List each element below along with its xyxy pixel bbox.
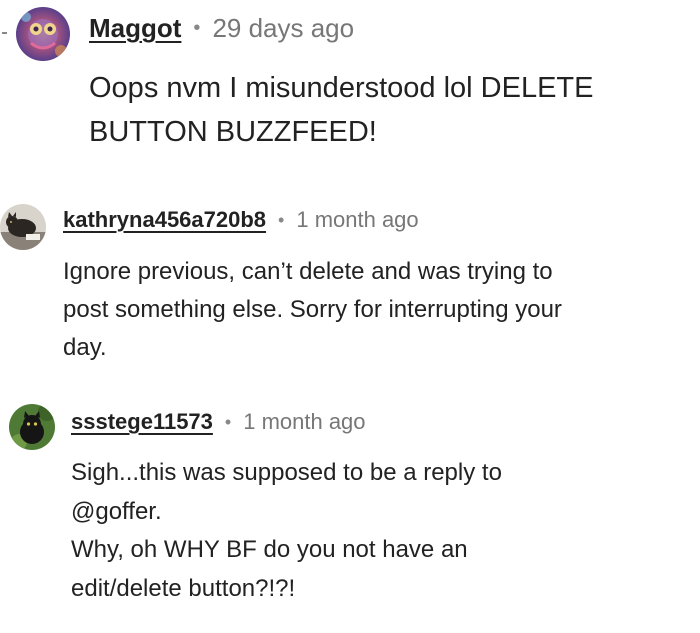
cat-photo-avatar-icon bbox=[0, 204, 46, 250]
comment-line: edit/delete button?!?! bbox=[71, 574, 296, 602]
black-cat-avatar-icon bbox=[9, 404, 55, 450]
comment-item: ssstege11573 • 1 month ago Sigh...this w… bbox=[0, 392, 700, 633]
user-avatar[interactable] bbox=[16, 7, 70, 61]
separator-dot: • bbox=[224, 411, 232, 432]
comment-meta: kathryna456a720b8 • 1 month ago bbox=[63, 205, 419, 235]
timestamp: 1 month ago bbox=[296, 207, 419, 232]
comment-line: Ignore previous, can’t delete and was tr… bbox=[63, 258, 553, 285]
comment-item: Maggot • 29 days ago Oops nvm I misunder… bbox=[0, 0, 700, 175]
user-avatar[interactable] bbox=[0, 204, 46, 250]
username-link[interactable]: Maggot bbox=[89, 13, 181, 44]
comment-body: Ignore previous, can’t delete and was tr… bbox=[63, 253, 562, 367]
comment-line: Oops nvm I misunderstood lol DELETE bbox=[89, 72, 594, 104]
comment-line: Why, oh WHY BF do you not have an bbox=[71, 536, 468, 563]
comment-meta: Maggot • 29 days ago bbox=[89, 11, 354, 45]
thread-line bbox=[2, 32, 7, 34]
username-link[interactable]: kathryna456a720b8 bbox=[63, 207, 266, 233]
comment-meta: ssstege11573 • 1 month ago bbox=[71, 407, 366, 437]
timestamp: 1 month ago bbox=[243, 409, 366, 434]
comment-body: Oops nvm I misunderstood lol DELETE BUTT… bbox=[89, 66, 593, 154]
comment-line: day. bbox=[63, 334, 107, 361]
comment-line: Sigh...this was supposed to be a reply t… bbox=[71, 459, 502, 486]
timestamp: 29 days ago bbox=[212, 12, 355, 43]
separator-dot: • bbox=[278, 209, 285, 230]
comment-line: post something else. Sorry for interrupt… bbox=[63, 296, 562, 323]
user-avatar[interactable] bbox=[9, 404, 55, 450]
comment-line: BUTTON BUZZFEED! bbox=[89, 116, 377, 148]
username-link[interactable]: ssstege11573 bbox=[71, 409, 213, 435]
comment-body: Sigh...this was supposed to be a reply t… bbox=[71, 454, 502, 608]
comment-item: kathryna456a720b8 • 1 month ago Ignore p… bbox=[0, 190, 700, 380]
separator-dot: • bbox=[193, 16, 201, 39]
psychedelic-art-avatar-icon bbox=[16, 7, 70, 61]
comment-line: @goffer. bbox=[71, 497, 162, 525]
